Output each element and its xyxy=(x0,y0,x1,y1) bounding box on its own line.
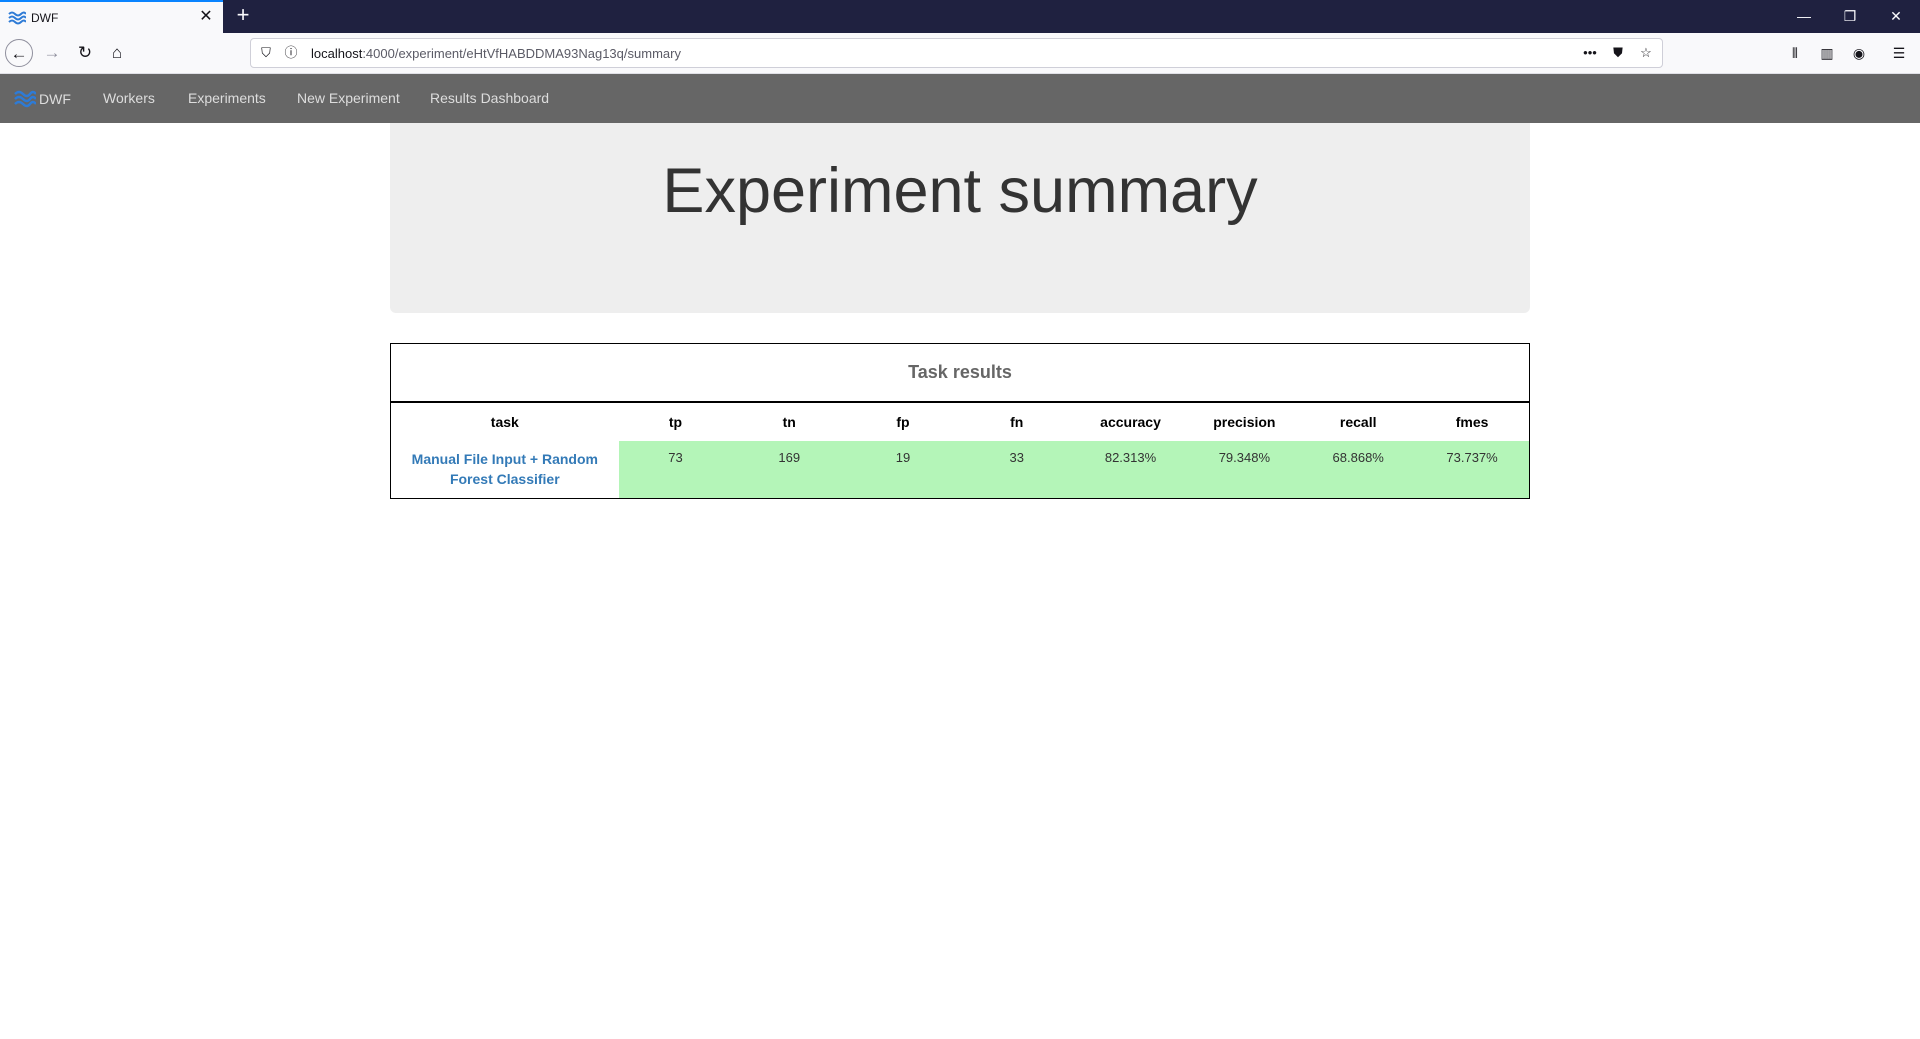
browser-tab-active[interactable]: DWF ✕ xyxy=(0,0,223,33)
url-host: localhost xyxy=(311,46,363,61)
menu-icon[interactable]: ☰ xyxy=(1888,42,1910,64)
cell-recall: 68.868% xyxy=(1301,441,1416,498)
cell-fmes: 73.737% xyxy=(1415,441,1529,498)
page-header: Experiment summary xyxy=(390,123,1530,313)
info-icon[interactable]: ⓘ xyxy=(282,44,300,62)
column-header-fn: fn xyxy=(1010,414,1024,430)
pocket-icon[interactable]: ⛊ xyxy=(1609,44,1627,62)
tab-title: DWF xyxy=(31,11,59,25)
cell-fn: 33 xyxy=(959,441,1074,498)
library-icon[interactable]: ⫴ xyxy=(1784,42,1806,64)
page-title: Experiment summary xyxy=(662,156,1258,226)
column-header-tp: tp xyxy=(668,414,683,430)
more-icon[interactable]: ••• xyxy=(1581,44,1599,62)
task-cell: Manual File Input + Random Forest Classi… xyxy=(391,441,619,498)
url-path: :4000/experiment/eHtVfHABDDMA93Nag13q/su… xyxy=(362,46,681,61)
column-header-task: task xyxy=(490,414,519,430)
nav-link-workers[interactable]: Workers xyxy=(103,90,155,106)
new-tab-icon[interactable]: + xyxy=(231,4,255,28)
brand-link[interactable]: DWF xyxy=(14,88,71,110)
home-icon[interactable]: ⌂ xyxy=(103,39,131,67)
back-arrow-icon[interactable]: ← xyxy=(5,39,33,67)
minimize-icon[interactable]: — xyxy=(1781,0,1827,33)
cell-tn: 169 xyxy=(732,441,847,498)
results-table: task tp tn fp fn accuracy precision reca… xyxy=(391,403,1529,498)
reload-icon[interactable]: ↻ xyxy=(71,39,99,67)
shield-icon[interactable]: ⛉ xyxy=(257,44,275,62)
cell-tp: 73 xyxy=(618,441,733,498)
column-header-fmes: fmes xyxy=(1455,414,1489,430)
results-caption: Task results xyxy=(391,344,1529,403)
brand-name: DWF xyxy=(39,91,71,107)
close-window-icon[interactable]: ✕ xyxy=(1873,0,1919,33)
forward-arrow-icon[interactable]: → xyxy=(38,39,66,67)
sidebar-icon[interactable]: ▥ xyxy=(1816,42,1838,64)
nav-link-experiments[interactable]: Experiments xyxy=(188,90,266,106)
url-text[interactable]: localhost:4000/experiment/eHtVfHABDDMA93… xyxy=(311,46,681,61)
column-header-precision: precision xyxy=(1213,414,1276,430)
column-header-accuracy: accuracy xyxy=(1100,414,1161,430)
nav-link-new-experiment[interactable]: New Experiment xyxy=(297,90,400,106)
column-header-recall: recall xyxy=(1339,414,1377,430)
cell-precision: 79.348% xyxy=(1187,441,1302,498)
browser-toolbar: ← → ↻ ⌂ ⛉ ⓘ localhost:4000/experiment/eH… xyxy=(0,33,1920,74)
cell-fp: 19 xyxy=(846,441,960,498)
url-bar[interactable]: ⛉ ⓘ localhost:4000/experiment/eHtVfHABDD… xyxy=(250,38,1663,68)
account-icon[interactable]: ◉ xyxy=(1848,42,1870,64)
column-header-fp: fp xyxy=(896,414,910,430)
bookmark-star-icon[interactable]: ☆ xyxy=(1637,44,1655,62)
task-link[interactable]: Manual File Input + Random Forest Classi… xyxy=(412,451,598,487)
table-header-row: task tp tn fp fn accuracy precision reca… xyxy=(391,403,1529,441)
column-header-tn: tn xyxy=(782,414,796,430)
nav-link-results-dashboard[interactable]: Results Dashboard xyxy=(430,90,549,106)
waves-icon xyxy=(14,90,36,108)
waves-icon xyxy=(8,11,26,25)
restore-icon[interactable]: ❐ xyxy=(1827,0,1873,33)
table-row: Manual File Input + Random Forest Classi… xyxy=(391,441,1529,498)
browser-tab-strip: DWF ✕ + — ❐ ✕ xyxy=(0,0,1920,33)
app-navbar: DWF Workers Experiments New Experiment R… xyxy=(0,74,1920,123)
task-results-panel: Task results task tp tn fp fn accuracy p… xyxy=(390,343,1530,499)
cell-accuracy: 82.313% xyxy=(1073,441,1188,498)
close-tab-icon[interactable]: ✕ xyxy=(197,8,215,26)
